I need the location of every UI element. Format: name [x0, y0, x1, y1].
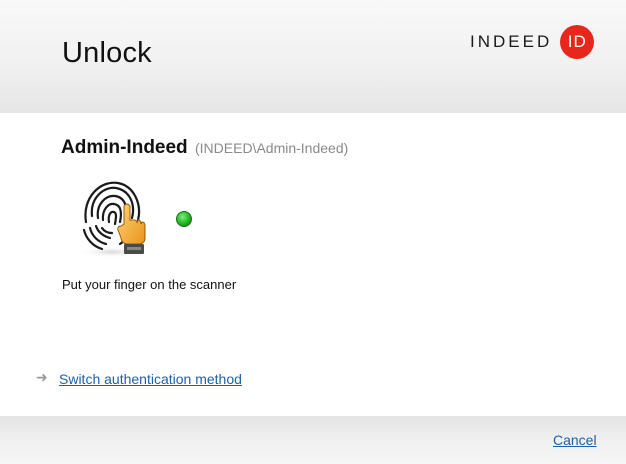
footer: Cancel: [0, 416, 626, 464]
status-indicator-icon: [176, 211, 192, 227]
cancel-link[interactable]: Cancel: [553, 432, 597, 448]
unlock-window: Unlock INDEED ID Admin-Indeed (INDEED\Ad…: [0, 0, 626, 464]
page-title: Unlock: [62, 37, 152, 69]
brand-badge: ID: [560, 25, 595, 59]
user-name: Admin-Indeed: [61, 137, 188, 158]
header: Unlock INDEED ID: [0, 0, 626, 113]
arrow-right-icon: ➜: [36, 369, 48, 385]
user-account: (INDEED\Admin-Indeed): [195, 140, 349, 156]
content-area: Admin-Indeed (INDEED\Admin-Indeed) Put y…: [0, 113, 626, 416]
fingerprint-scanner-icon: [78, 181, 146, 258]
switch-authentication-method-link[interactable]: Switch authentication method: [59, 371, 242, 387]
scanner-instruction: Put your finger on the scanner: [62, 277, 237, 292]
indeed-id-logo: INDEED ID: [470, 25, 595, 59]
brand-text: INDEED: [470, 32, 553, 51]
